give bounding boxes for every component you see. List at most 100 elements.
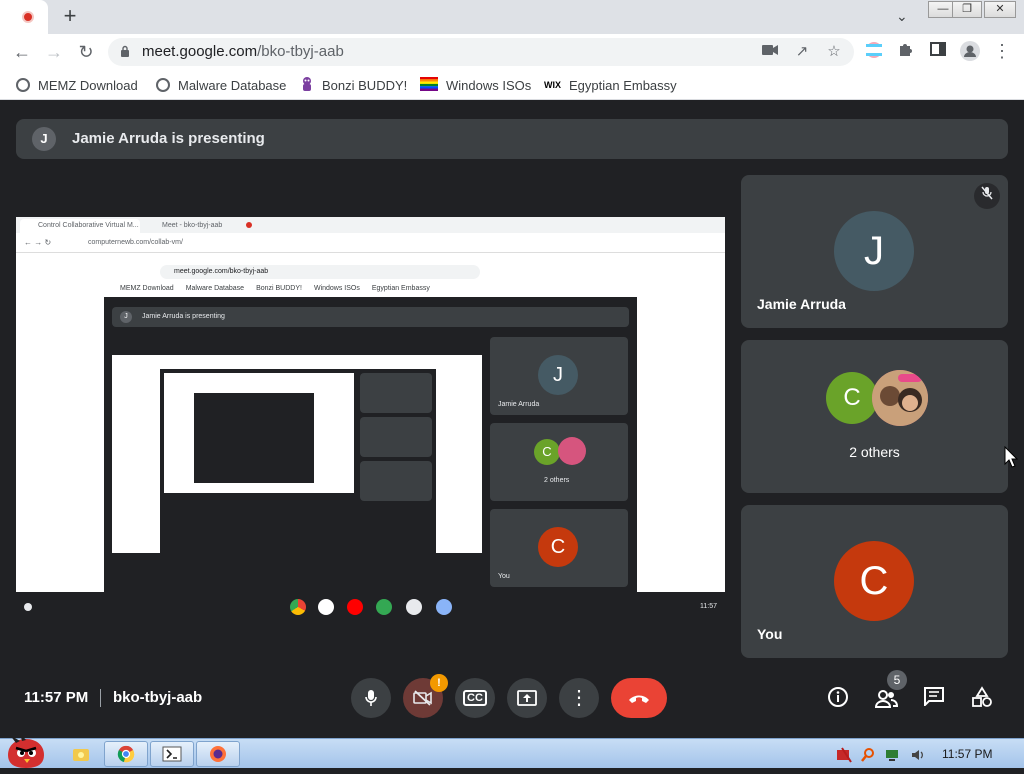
globe-icon (156, 78, 170, 92)
more-options-icon[interactable]: ⋮ (559, 678, 599, 718)
bookmark-malware-database[interactable]: Malware Database (156, 76, 286, 94)
side-panel-icon[interactable] (928, 41, 948, 61)
forward-arrow-icon[interactable]: → (42, 40, 66, 64)
avatar: C (826, 372, 878, 424)
nested-tile-name: 2 others (544, 477, 570, 484)
browser-toolbar: ← → ↻ meet.google.com/bko-tbyj-aab ↗ ☆ ⋮ (0, 34, 1024, 70)
taskbar-vm-app[interactable] (150, 741, 194, 767)
nested-photo-avatar (558, 437, 586, 465)
globe-icon (16, 78, 30, 92)
menu-kebab-icon[interactable]: ⋮ (992, 41, 1012, 61)
taskbar-firefox[interactable] (196, 741, 240, 767)
nested-presenting-text: Jamie Arruda is presenting (142, 313, 225, 320)
tile-others[interactable]: C 2 others (741, 340, 1008, 493)
nested-deepest-screen (194, 393, 314, 483)
nested-presenting-banner: J Jamie Arruda is presenting (112, 307, 629, 327)
nested-bookmark: Bonzi BUDDY! (256, 285, 302, 292)
share-icon[interactable]: ↗ (792, 42, 812, 62)
bookmark-bonzi-buddy[interactable]: Bonzi BUDDY! (300, 76, 407, 94)
mic-off-icon (974, 183, 1000, 209)
microphone-button[interactable] (351, 678, 391, 718)
vm-icon (406, 599, 422, 615)
bookmark-memz[interactable]: MEMZ Download (16, 76, 138, 94)
tray-volume-icon[interactable] (910, 747, 924, 761)
tray-network-icon[interactable] (884, 747, 898, 761)
shared-screen[interactable]: Control Collaborative Virtual M... Meet … (16, 217, 725, 622)
tile-jamie[interactable]: J Jamie Arruda (741, 175, 1008, 328)
taskbar-chrome[interactable] (104, 741, 148, 767)
nested-bookmark: MEMZ Download (120, 285, 174, 292)
tab-meet[interactable] (0, 0, 48, 34)
tile-you[interactable]: C You (741, 505, 1008, 658)
chat-icon[interactable] (921, 686, 947, 712)
shared-page: meet.google.com/bko-tbyj-aab MEMZ Downlo… (16, 253, 725, 592)
launcher-icon (24, 603, 32, 611)
camera-icon[interactable] (760, 42, 780, 62)
nested-deeper-tile (360, 417, 432, 457)
address-bar[interactable]: meet.google.com/bko-tbyj-aab ↗ ☆ (108, 38, 854, 66)
tray-search-icon[interactable] (860, 747, 874, 762)
divider (100, 689, 101, 707)
reload-icon[interactable]: ↻ (74, 40, 98, 64)
nested-avatar: J (538, 355, 578, 395)
maximize-button[interactable]: ❐ (952, 1, 982, 18)
taskbar-clock[interactable]: 11:57 PM (942, 747, 992, 761)
profile-icon[interactable] (960, 41, 980, 61)
youtube-icon (347, 599, 363, 615)
nested-browser-chrome: meet.google.com/bko-tbyj-aab MEMZ Downlo… (104, 253, 637, 297)
nested-avatar: C (534, 439, 560, 465)
nested-tile-you: C You (490, 509, 628, 587)
shared-tab-label: Meet - bko-tbyj-aab (162, 222, 223, 229)
back-arrow-icon[interactable]: ← (10, 40, 34, 64)
tab-strip: + ⌄ — ❐ ✕ (0, 0, 1024, 34)
nested-tile-name: You (498, 573, 510, 580)
people-icon[interactable]: 5 (873, 670, 907, 712)
nested-presenter-avatar: J (120, 311, 132, 323)
new-tab-button[interactable]: + (58, 4, 82, 30)
tab-search-icon[interactable]: ⌄ (896, 8, 908, 25)
explorer-folder-icon[interactable] (72, 745, 90, 763)
gmail-icon (318, 599, 334, 615)
os-taskbar: 11:57 PM (0, 733, 1024, 768)
shared-nav-icons: ← → ↻ (24, 238, 52, 247)
nested-tile-name: Jamie Arruda (498, 401, 540, 408)
nested-avatar: C (538, 527, 578, 567)
shared-tab-label: Control Collaborative Virtual M... (38, 222, 139, 229)
info-icon[interactable] (825, 686, 851, 712)
tile-name: Jamie Arruda (757, 296, 846, 312)
nested-deeper-tile (360, 461, 432, 501)
bookmark-egyptian-embassy[interactable]: WIX Egyptian Embassy (544, 76, 677, 94)
captions-icon: CC (463, 690, 487, 706)
tray-warning-icon[interactable] (836, 747, 852, 763)
nested-tile-jamie: J Jamie Arruda (490, 337, 628, 415)
activities-icon[interactable] (969, 686, 995, 712)
avatar: J (834, 211, 914, 291)
captions-button[interactable]: CC (455, 678, 495, 718)
extensions-puzzle-icon[interactable] (896, 41, 916, 61)
shared-toolbar: ← → ↻ computernewb.com/collab-vm/ (16, 233, 725, 253)
shared-os-shelf: 11:57 (16, 592, 725, 622)
camera-alert-badge: ! (430, 674, 448, 692)
presenting-banner: J Jamie Arruda is presenting (16, 119, 1008, 159)
nested-deeper-meet (160, 369, 436, 553)
close-window-button[interactable]: ✕ (984, 1, 1016, 18)
nested-address-bar: meet.google.com/bko-tbyj-aab (160, 265, 480, 279)
chrome-icon (290, 599, 306, 615)
present-screen-button[interactable] (507, 678, 547, 718)
bookmark-windows-isos[interactable]: Windows ISOs (420, 76, 531, 94)
nested-meet: meet.google.com/bko-tbyj-aab MEMZ Downlo… (104, 253, 637, 592)
lock-icon (120, 45, 130, 57)
nested-bookmarks: MEMZ Download Malware Database Bonzi BUD… (120, 285, 430, 292)
camera-off-button[interactable]: ! (403, 674, 448, 718)
bookmark-star-icon[interactable]: ☆ (824, 42, 844, 62)
extension-flag-icon[interactable] (864, 41, 884, 61)
shared-url: computernewb.com/collab-vm/ (88, 239, 183, 246)
photo-avatar (872, 370, 928, 426)
start-button[interactable] (2, 733, 50, 769)
shared-tab-active: Control Collaborative Virtual M... (20, 219, 140, 233)
presenting-text: Jamie Arruda is presenting (72, 130, 265, 147)
leave-call-button[interactable] (611, 678, 667, 718)
url-text: meet.google.com/bko-tbyj-aab (142, 43, 344, 60)
presenter-avatar: J (32, 127, 56, 151)
tile-name: You (757, 626, 783, 642)
